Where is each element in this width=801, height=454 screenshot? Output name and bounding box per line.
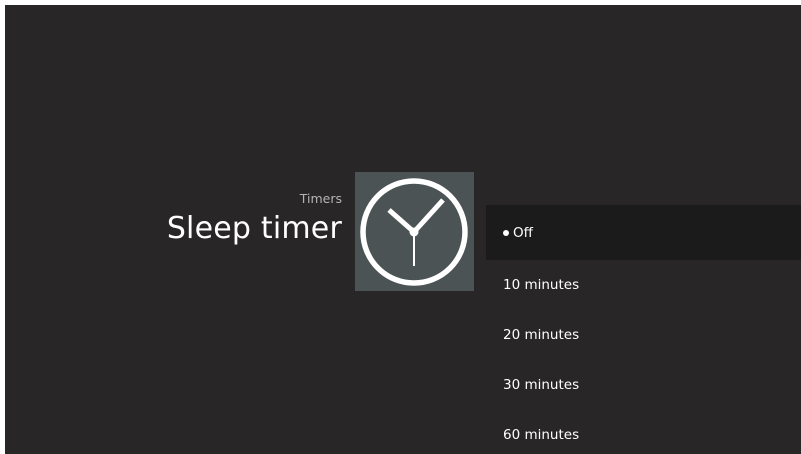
timer-options-list: Off 10 minutes 20 minutes 30 minutes 60 … bbox=[486, 205, 801, 454]
option-30-minutes[interactable]: 30 minutes bbox=[486, 360, 801, 410]
category-label: Timers bbox=[299, 191, 342, 206]
clock-icon bbox=[360, 178, 468, 286]
option-off[interactable]: Off bbox=[486, 205, 801, 260]
option-label: 10 minutes bbox=[503, 277, 580, 293]
option-label: Off bbox=[513, 224, 533, 241]
option-label: 30 minutes bbox=[503, 377, 580, 393]
option-label: 60 minutes bbox=[503, 427, 580, 443]
option-label: 20 minutes bbox=[503, 327, 580, 343]
option-60-minutes[interactable]: 60 minutes bbox=[486, 410, 801, 454]
selected-bullet-icon bbox=[503, 229, 509, 236]
sleep-timer-screen: Timers Sleep timer Off 10 minutes 20 min… bbox=[5, 5, 801, 454]
page-title: Sleep timer bbox=[166, 211, 342, 246]
clock-tile bbox=[355, 172, 474, 291]
option-20-minutes[interactable]: 20 minutes bbox=[486, 310, 801, 360]
option-10-minutes[interactable]: 10 minutes bbox=[486, 260, 801, 310]
